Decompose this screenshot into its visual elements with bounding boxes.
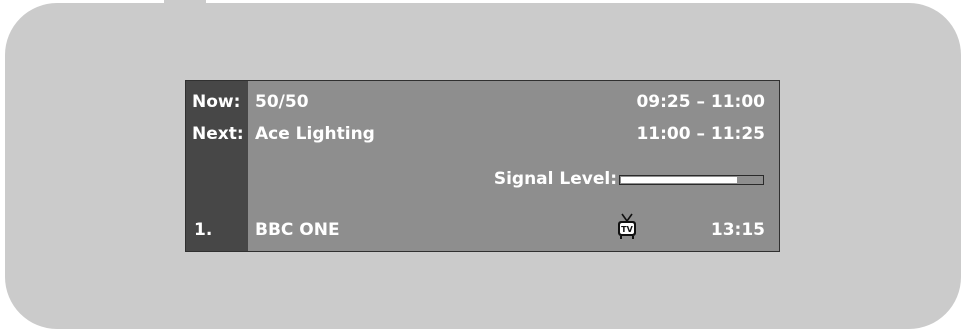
signal-level-fill	[621, 177, 737, 183]
signal-level-label: Signal Level:	[493, 169, 617, 189]
tv-icon: TV	[618, 213, 636, 239]
channel-number: 1.	[194, 220, 213, 240]
tv-screen: Now: Next: 50/50 09:25 – 11:00 Ace Light…	[0, 0, 966, 333]
next-label: Next:	[192, 124, 244, 144]
now-programme-title: 50/50	[255, 92, 309, 112]
channel-name: BBC ONE	[255, 220, 340, 240]
signal-level-bar	[619, 175, 764, 185]
svg-text:TV: TV	[621, 225, 633, 234]
current-time: 13:15	[710, 220, 765, 240]
now-label: Now:	[192, 92, 241, 112]
next-programme-time: 11:00 – 11:25	[636, 124, 765, 144]
now-programme-time: 09:25 – 11:00	[636, 92, 765, 112]
next-programme-title: Ace Lighting	[255, 124, 375, 144]
info-banner: Now: Next: 50/50 09:25 – 11:00 Ace Light…	[185, 80, 780, 252]
